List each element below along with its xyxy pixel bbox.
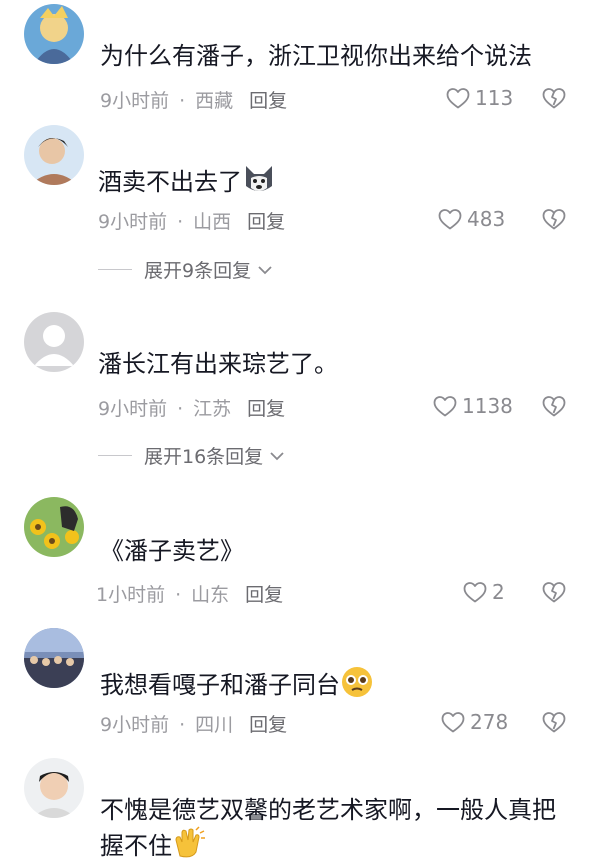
comment-text: 我想看嘎子和潘子同台: [100, 665, 374, 701]
reply-button[interactable]: 回复: [247, 398, 285, 420]
expand-replies-label: 展开16条回复: [144, 446, 264, 468]
reply-button[interactable]: 回复: [249, 714, 287, 736]
dislike-icon[interactable]: [541, 580, 567, 604]
divider: [98, 269, 132, 270]
comment-meta: 1小时前 · 山东 回复: [96, 580, 283, 607]
like-button[interactable]: 2: [462, 580, 505, 604]
comment-text: 潘长江有出来琮艺了。: [98, 350, 338, 378]
husky-emoji-icon: [246, 166, 272, 191]
comment-text-content: 我想看嘎子和潘子同台: [100, 671, 340, 699]
heart-icon: [440, 710, 466, 734]
clapping-hands-emoji-icon: [175, 826, 205, 858]
comment-meta: 9小时前 · 西藏 回复: [100, 86, 287, 113]
like-count: 278: [470, 710, 509, 734]
comment-time: 9小时前: [98, 211, 168, 233]
avatar[interactable]: [24, 758, 84, 818]
chevron-down-icon: [269, 451, 285, 461]
like-button[interactable]: 113: [445, 86, 513, 110]
dislike-icon[interactable]: [541, 207, 567, 231]
expand-replies-button[interactable]: 展开16条回复: [98, 442, 285, 469]
expand-replies-label: 展开9条回复: [144, 260, 252, 282]
heart-icon: [462, 580, 488, 604]
like-count: 2: [492, 580, 505, 604]
reply-button[interactable]: 回复: [247, 211, 285, 233]
separator: ·: [179, 714, 186, 736]
reply-button[interactable]: 回复: [249, 90, 287, 112]
like-count: 113: [475, 86, 514, 110]
comment-location: 山西: [193, 211, 232, 233]
comment-meta: 9小时前 · 山西 回复: [98, 207, 285, 234]
comment-text-content: 不愧是德艺双馨的老艺术家啊，一般人真把握不住: [100, 796, 556, 860]
separator: ·: [179, 90, 186, 112]
dislike-icon[interactable]: [541, 710, 567, 734]
separator: ·: [177, 211, 184, 233]
comment-time: 1小时前: [96, 584, 166, 606]
heart-icon: [445, 86, 471, 110]
comment-location: 山东: [191, 584, 230, 606]
avatar[interactable]: [24, 312, 84, 372]
chevron-down-icon: [257, 265, 273, 275]
like-button[interactable]: 483: [437, 207, 505, 231]
like-count: 1138: [462, 394, 513, 418]
avatar[interactable]: [24, 628, 84, 688]
heart-icon: [437, 207, 463, 231]
comment-text: 不愧是德艺双馨的老艺术家啊，一般人真把握不住: [100, 794, 570, 862]
comment-text: 为什么有潘子，浙江卫视你出来给个说法: [100, 42, 532, 70]
comment-meta: 9小时前 · 四川 回复: [100, 710, 287, 737]
comment-time: 9小时前: [98, 398, 168, 420]
like-count: 483: [467, 207, 506, 231]
divider: [98, 455, 132, 456]
comment-location: 西藏: [195, 90, 234, 112]
comment-location: 四川: [195, 714, 234, 736]
comment-location: 江苏: [193, 398, 232, 420]
comment-text-content: 酒卖不出去了: [98, 168, 242, 196]
like-button[interactable]: 1138: [432, 394, 513, 418]
avatar[interactable]: [24, 125, 84, 185]
dislike-icon[interactable]: [541, 86, 567, 110]
comment-time: 9小时前: [100, 714, 170, 736]
comment-text: 《潘子卖艺》: [100, 537, 244, 565]
comment-meta: 9小时前 · 江苏 回复: [98, 394, 285, 421]
pleading-face-emoji-icon: [342, 667, 372, 697]
heart-icon: [432, 394, 458, 418]
avatar[interactable]: [24, 497, 84, 557]
like-button[interactable]: 278: [440, 710, 508, 734]
separator: ·: [177, 398, 184, 420]
dislike-icon[interactable]: [541, 394, 567, 418]
comment-text: 酒卖不出去了: [98, 162, 276, 198]
comment-time: 9小时前: [100, 90, 170, 112]
expand-replies-button[interactable]: 展开9条回复: [98, 256, 273, 283]
reply-button[interactable]: 回复: [245, 584, 283, 606]
separator: ·: [175, 584, 182, 606]
avatar[interactable]: [24, 4, 84, 64]
